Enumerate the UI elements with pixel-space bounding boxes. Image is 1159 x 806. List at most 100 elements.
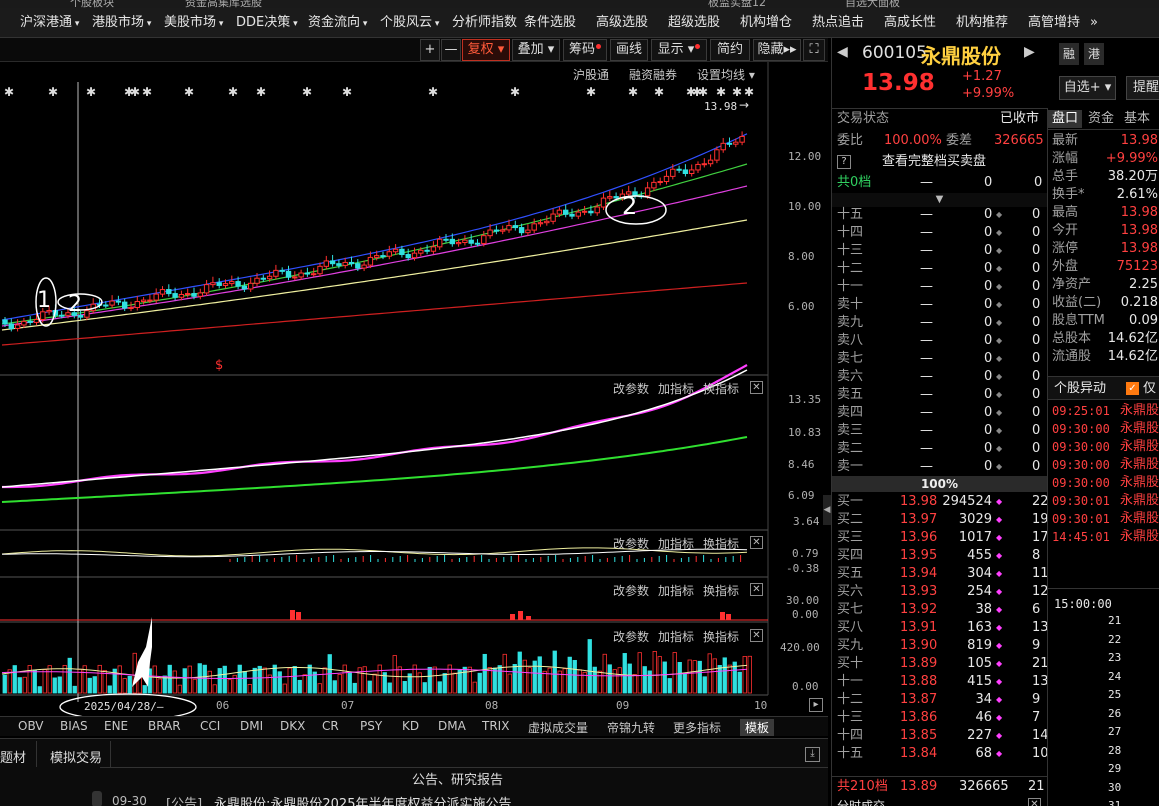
pankou-tab[interactable]: 基本 (1120, 110, 1154, 128)
yidong-row[interactable]: 09:30:00 永鼎股 (1048, 420, 1159, 438)
indicator-tab[interactable]: DMI (240, 719, 263, 733)
menu-item[interactable]: 高级选股 (596, 8, 648, 38)
sell-row[interactable]: 卖二 —0 0 ◆ (832, 440, 1047, 458)
buy-row[interactable]: 十四 13.85 227 14 ◆ (832, 727, 1049, 745)
indicator-tab[interactable]: PSY (360, 719, 382, 733)
panel1-add-button[interactable]: 加指标 (658, 380, 694, 397)
top-strip-right1[interactable]: 板监实盘12 (708, 0, 766, 8)
indicator-tab[interactable]: BIAS (60, 719, 88, 733)
close-icon[interactable]: ✕ (750, 629, 763, 642)
panel3-param-button[interactable]: 改参数 (613, 582, 649, 599)
collapse-handle[interactable]: ◀ (823, 495, 831, 525)
sell-row[interactable]: 卖八 —0 0 ◆ (832, 332, 1047, 350)
badge-rong[interactable]: 融 (1059, 43, 1079, 65)
buy-row[interactable]: 买三 13.96 1017 17 ◆ (832, 529, 1049, 547)
fenshi-label[interactable]: 分时成交 (837, 797, 885, 806)
news-item[interactable]: 永鼎股份:永鼎股份2025年半年度权益分派实施公告 (214, 793, 511, 806)
menu-item[interactable]: 个股风云 ▾ (380, 8, 439, 38)
buy-row[interactable]: 买十 13.89 105 21 ◆ (832, 655, 1049, 673)
menu-item[interactable]: 资金流向 ▾ (308, 8, 367, 38)
yidong-row[interactable]: 09:30:00 永鼎股 (1048, 438, 1159, 456)
menu-item[interactable]: 高管增持 (1028, 8, 1080, 38)
buy-row[interactable]: 十三 13.86 46 7 ◆ (832, 709, 1047, 727)
buy-row[interactable]: 买四 13.95 455 8 ◆ (832, 547, 1047, 565)
sell-row[interactable]: 卖四 —0 0 ◆ (832, 404, 1047, 422)
buy-row[interactable]: 买九 13.90 819 9 ◆ (832, 637, 1047, 655)
sell-row[interactable]: 卖六 —0 0 ◆ (832, 368, 1047, 386)
panel2-param-button[interactable]: 改参数 (613, 535, 649, 552)
menu-item[interactable]: 机构推荐 (956, 8, 1008, 38)
top-strip-left[interactable]: 个股板块 (70, 0, 114, 8)
sell-row[interactable]: 卖九 —0 0 ◆ (832, 314, 1047, 332)
diejia-button[interactable]: 叠加 ▾ (512, 39, 560, 61)
panel1-param-button[interactable]: 改参数 (613, 380, 649, 397)
panel4-param-button[interactable]: 改参数 (613, 628, 649, 645)
buy-row[interactable]: 十一 13.88 415 13 ◆ (832, 673, 1049, 691)
menu-item[interactable]: DDE决策 ▾ (236, 8, 298, 38)
tab-moni[interactable]: 模拟交易 (50, 747, 102, 766)
buy-row[interactable]: 买六 13.93 254 12 ◆ (832, 583, 1049, 601)
yincang-button[interactable]: 隐藏▸▸ (753, 39, 801, 61)
prev-stock-icon[interactable]: ◀ (837, 44, 848, 60)
sell-row[interactable]: 卖一 —0 0 ◆ (832, 458, 1047, 476)
buy-row[interactable]: 十五 13.84 68 10 ◆ (832, 745, 1049, 763)
sell-row[interactable]: 十二 —0 0 ◆ (832, 260, 1047, 278)
buy-row[interactable]: 买五 13.94 304 11 ◆ (832, 565, 1049, 583)
zoom-out-button[interactable]: — (441, 39, 461, 61)
yidong-row[interactable]: 09:30:00 永鼎股 (1048, 474, 1159, 492)
buy-row[interactable]: 买七 13.92 38 6 ◆ (832, 601, 1047, 619)
fuquan-button[interactable]: 复权 ▾ (462, 39, 510, 61)
buy-row[interactable]: 十二 13.87 34 9 ◆ (832, 691, 1047, 709)
menu-item[interactable]: 条件选股 (524, 8, 576, 38)
yidong-row[interactable]: 09:25:01 永鼎股 (1048, 402, 1159, 420)
checkbox-icon[interactable]: ✓ (1126, 382, 1139, 395)
reminder-button[interactable]: 提醒 (1126, 76, 1159, 100)
add-watchlist-button[interactable]: 自选+ ▾ (1059, 76, 1116, 100)
menu-item[interactable]: 热点追击 (812, 8, 864, 38)
menu-item[interactable]: 港股市场 ▾ (92, 8, 151, 38)
top-strip-right2[interactable]: 自选大面板 (845, 0, 900, 8)
indicator-tab[interactable]: 虚拟成交量 (528, 719, 588, 736)
indicator-tab[interactable]: ENE (104, 719, 128, 733)
sell-row[interactable]: 十五 —0 0 ◆ (832, 206, 1047, 224)
sell-row[interactable]: 卖五 —0 0 ◆ (832, 386, 1047, 404)
buy-row[interactable]: 买八 13.91 163 13 ◆ (832, 619, 1049, 637)
close-icon[interactable]: ✕ (750, 536, 763, 549)
panel1-switch-button[interactable]: 换指标 (703, 380, 739, 397)
sell-row[interactable]: 卖七 —0 0 ◆ (832, 350, 1047, 368)
panel3-add-button[interactable]: 加指标 (658, 582, 694, 599)
help-icon[interactable]: ? (837, 155, 851, 169)
chouma-button[interactable]: 筹码 (563, 39, 607, 61)
xianshi-button[interactable]: 显示 ▾ (651, 39, 707, 61)
sell-row[interactable]: 十三 —0 0 ◆ (832, 242, 1047, 260)
next-stock-icon[interactable]: ▶ (1024, 44, 1035, 60)
indicator-tab[interactable]: DKX (280, 719, 305, 733)
download-icon[interactable]: ⤓ (805, 747, 820, 762)
indicator-tab[interactable]: CR (322, 719, 339, 733)
indicator-tab[interactable]: 更多指标 (673, 719, 721, 736)
sell-row[interactable]: 卖三 —0 0 ◆ (832, 422, 1047, 440)
full-book-link[interactable]: 查看完整档买卖盘 (882, 153, 986, 171)
huaxian-button[interactable]: 画线 (610, 39, 648, 61)
badge-gang[interactable]: 港 (1084, 43, 1104, 65)
yidong-row[interactable]: 09:30:01 永鼎股 (1048, 510, 1159, 528)
buy-row[interactable]: 买二 13.97 3029 19 ◆ (832, 511, 1049, 529)
indicator-tab[interactable]: 帝锦九转 (607, 719, 655, 736)
pankou-tab[interactable]: 资金 (1084, 110, 1118, 128)
indicator-tab[interactable]: TRIX (482, 719, 509, 733)
pankou-tab[interactable]: 盘口 (1048, 110, 1082, 128)
sell-row[interactable]: 卖十 —0 0 ◆ (832, 296, 1047, 314)
close-icon[interactable]: ✕ (750, 583, 763, 596)
close-icon[interactable]: ✕ (750, 381, 763, 394)
panel2-switch-button[interactable]: 换指标 (703, 535, 739, 552)
fullscreen-icon[interactable]: ⛶ (803, 39, 825, 61)
indicator-tab[interactable]: OBV (18, 719, 44, 733)
panel3-switch-button[interactable]: 换指标 (703, 582, 739, 599)
menu-item[interactable]: 美股市场 ▾ (164, 8, 223, 38)
zoom-in-button[interactable]: + (420, 39, 440, 61)
expand-icon[interactable]: ▼ (832, 193, 1047, 207)
set-ma-link[interactable]: 设置均线 ▾ (697, 66, 755, 83)
yidong-row[interactable]: 09:30:01 永鼎股 (1048, 492, 1159, 510)
sell-row[interactable]: 十一 —0 0 ◆ (832, 278, 1047, 296)
scroll-right-icon[interactable]: ▸ (809, 698, 823, 712)
